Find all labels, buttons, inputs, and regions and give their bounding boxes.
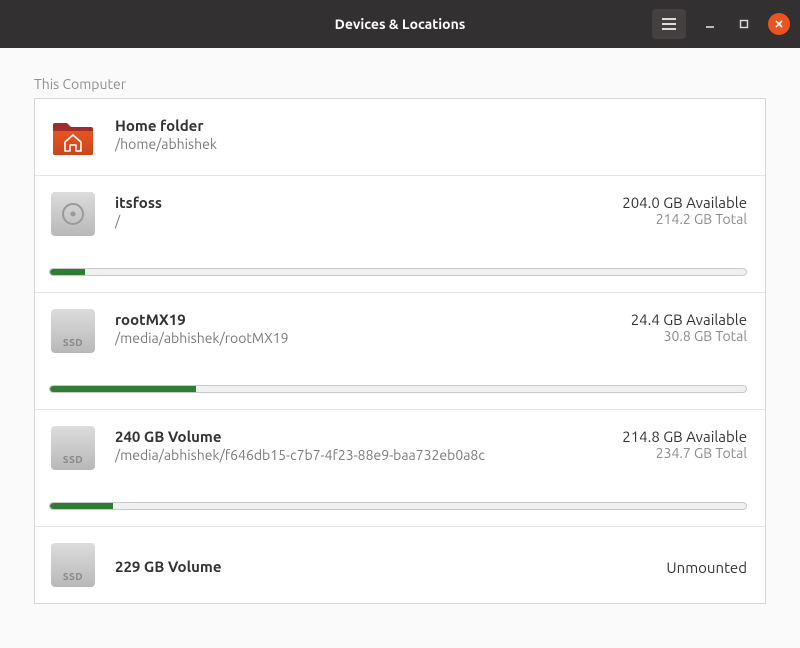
available-text: 204.0 GB Available [622,194,747,211]
devices-panel: Home folder /home/abhishek itsfoss / 204… [34,98,766,604]
hamburger-menu-button[interactable] [652,9,686,39]
row-path: /home/abhishek [115,136,747,152]
maximize-button[interactable] [734,14,754,34]
usage-bar-fill [50,503,113,509]
available-text: 214.8 GB Available [622,428,747,445]
row-volume-itsfoss[interactable]: itsfoss / 204.0 GB Available 214.2 GB To… [35,176,765,293]
row-title: itsfoss [115,194,604,211]
hamburger-icon [662,18,676,30]
total-text: 214.2 GB Total [622,211,747,227]
row-volume-rootmx19[interactable]: SSD rootMX19 /media/abhishek/rootMX19 24… [35,293,765,410]
usage-bar [49,385,747,393]
row-title: Home folder [115,117,747,134]
total-text: 30.8 GB Total [631,328,747,344]
home-folder-icon [49,113,97,161]
row-title: rootMX19 [115,311,613,328]
usage-bar [49,502,747,510]
usage-bar-fill [50,386,196,392]
ssd-icon: SSD [49,541,97,589]
row-volume-240gb[interactable]: SSD 240 GB Volume /media/abhishek/f646db… [35,410,765,527]
row-home-folder[interactable]: Home folder /home/abhishek [35,99,765,176]
minimize-button[interactable] [700,14,720,34]
available-text: 24.4 GB Available [631,311,747,328]
hdd-icon [49,190,97,238]
row-title: 240 GB Volume [115,428,604,445]
row-path: /media/abhishek/rootMX19 [115,330,613,346]
close-icon [774,19,784,29]
ssd-icon: SSD [49,424,97,472]
row-path: / [115,213,604,229]
close-button[interactable] [768,13,790,35]
usage-bar [49,268,747,276]
usage-bar-fill [50,269,85,275]
window-title: Devices & Locations [335,16,466,32]
row-title: 229 GB Volume [115,558,648,575]
row-path: /media/abhishek/f646db15-c7b7-4f23-88e9-… [115,447,604,463]
row-volume-229gb[interactable]: SSD 229 GB Volume Unmounted [35,527,765,603]
total-text: 234.7 GB Total [622,445,747,461]
section-label: This Computer [34,76,766,92]
ssd-icon: SSD [49,307,97,355]
titlebar: Devices & Locations [0,0,800,48]
status-text: Unmounted [666,559,747,576]
